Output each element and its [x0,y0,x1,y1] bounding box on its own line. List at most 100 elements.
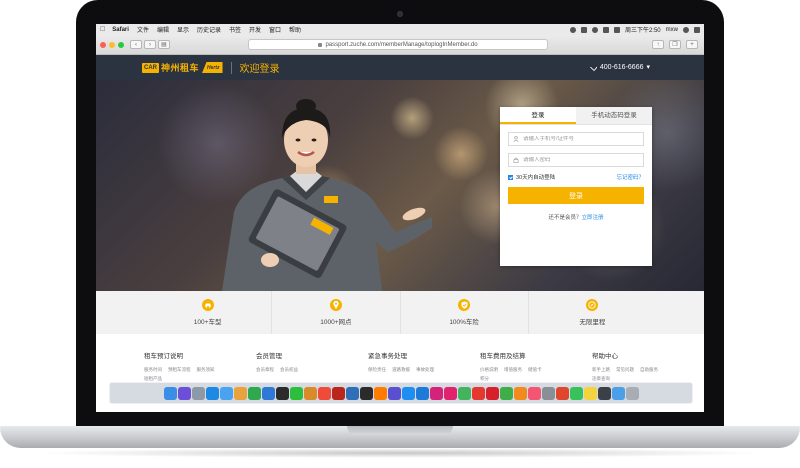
dock-preview-icon[interactable] [303,386,317,400]
dock-sourcetree-icon[interactable] [345,386,359,400]
menu-file[interactable]: 文件 [137,25,149,34]
clock-text[interactable]: 周三下午2:50 [625,25,661,34]
dock-launchpad-icon[interactable] [191,386,205,400]
login-button[interactable]: 登录 [508,187,644,204]
tabs-overview-button[interactable]: ❐ [669,40,681,49]
footer-link[interactable]: 预租车流程 [168,367,191,373]
notification-center-icon[interactable] [694,26,700,33]
footer-link[interactable]: 常见问题 [616,367,634,373]
username-input[interactable] [523,136,643,142]
footer-link[interactable]: 会员权益 [280,367,298,373]
hotline-number: 400-616-6666 [599,63,644,71]
dock-appstore-icon[interactable] [401,386,415,400]
dock-calendar-icon[interactable] [317,386,331,400]
user-name[interactable]: mxw [666,27,678,33]
footer-link[interactable]: 储值卡 [528,367,542,373]
dock-dreamweaver-icon[interactable] [457,386,471,400]
site-logo[interactable]: CAR 神州租车 Hertz [142,61,223,74]
username-field[interactable] [508,132,644,146]
feature-strip: 100+车型 1000+网点 100%车险 无限里程 [96,291,704,334]
password-field[interactable] [508,153,644,167]
dock-chrome-icon[interactable] [555,386,569,400]
dock-mail-icon[interactable] [219,386,233,400]
user-icon [513,136,519,142]
register-prompt: 还不是会员？立即注册 [508,213,644,221]
chevron-down-icon: ▾ [646,64,650,71]
menu-history[interactable]: 历史记录 [197,25,221,34]
footer-link-list: 保险责任 道路救援 事故处理 [368,367,440,373]
battery-icon[interactable] [613,26,620,33]
menu-help[interactable]: 帮助 [289,25,301,34]
hotline[interactable]: 400-616-6666 ▾ [589,62,650,72]
footer-link[interactable]: 自助服务 [640,367,658,373]
dock-terminal-icon[interactable] [359,386,373,400]
dock-folder-icon[interactable] [611,386,625,400]
dock-filezilla-icon[interactable] [331,386,345,400]
dock-wps-icon[interactable] [471,386,485,400]
dock-wechat-icon[interactable] [289,386,303,400]
tab-phone-code-login[interactable]: 手机动态码登录 [576,107,652,124]
footer-link[interactable]: 会员章程 [256,367,274,373]
apple-icon[interactable]:  [100,26,105,33]
dock-messages-icon[interactable] [569,386,583,400]
tab-account-login[interactable]: 登录 [500,107,576,124]
dock-aftereffects-icon[interactable] [387,386,401,400]
dock-settings-icon[interactable] [541,386,555,400]
dock-numbers-icon[interactable] [247,386,261,400]
dock-safari-icon[interactable] [205,386,219,400]
menu-view[interactable]: 显示 [177,25,189,34]
footer-link[interactable]: 道路救援 [392,367,410,373]
footer-link[interactable]: 增值服务 [504,367,522,373]
dock-trash-icon[interactable] [625,386,639,400]
dock-finder-icon[interactable] [163,386,177,400]
address-bar[interactable]: passport.zuche.com/memberManage/toplogIn… [248,39,548,50]
footer-link[interactable]: 保险责任 [368,367,386,373]
browser-toolbar: ‹ › ▤ passport.zuche.com/memberManage/to… [96,35,704,55]
wifi-icon[interactable] [591,26,598,33]
dock-keynote-icon[interactable] [261,386,275,400]
back-button[interactable]: ‹ [130,40,142,49]
forward-button[interactable]: › [144,40,156,49]
dock-qq-icon[interactable] [275,386,289,400]
dock-siri-icon[interactable] [177,386,191,400]
cloud-status-icon[interactable] [580,26,587,33]
footer-link-list: 价格说明 增值服务 储值卡 积分 [480,367,552,382]
footer-link[interactable]: 事故处理 [416,367,434,373]
dock-notes-icon[interactable] [583,386,597,400]
minimize-window-button[interactable] [109,41,115,48]
remember-label[interactable]: 30天内自动登陆 [516,173,555,181]
footer-link[interactable]: 新手上路 [592,367,610,373]
remember-checkbox[interactable] [508,174,513,180]
footer-column-title: 租车费用及结算 [480,353,526,360]
password-input[interactable] [523,157,643,163]
footer-link[interactable]: 服务须知 [197,367,215,373]
sidebar-toggle-button[interactable]: ▤ [158,40,170,49]
dock-ps-file-icon[interactable] [597,386,611,400]
new-tab-button[interactable]: + [686,40,698,49]
share-button[interactable]: ↑ [652,40,664,49]
close-window-button[interactable] [100,41,106,48]
spotlight-icon[interactable] [683,26,689,33]
compass-icon [586,299,599,311]
dock-flash-icon[interactable] [485,386,499,400]
menu-bookmarks[interactable]: 书签 [229,25,241,34]
dock-pages-icon[interactable] [513,386,527,400]
dock-illustrator-icon[interactable] [373,386,387,400]
wechat-status-icon[interactable] [569,26,576,33]
menu-window[interactable]: 窗口 [269,25,281,34]
footer-link[interactable]: 服务时间 [144,367,162,373]
dock-music-icon[interactable] [527,386,541,400]
register-link[interactable]: 立即注册 [582,215,604,221]
menu-app-name[interactable]: Safari [112,27,129,33]
forgot-password-link[interactable]: 忘记密码？ [616,173,644,181]
dock-photoshop-icon[interactable] [415,386,429,400]
menu-develop[interactable]: 开发 [249,25,261,34]
dock-xd-icon[interactable] [429,386,443,400]
dock-maps-icon[interactable] [499,386,513,400]
dock-indesign-icon[interactable] [443,386,457,400]
volume-icon[interactable] [602,26,609,33]
footer-link[interactable]: 价格说明 [480,367,498,373]
zoom-window-button[interactable] [118,41,124,48]
menu-edit[interactable]: 编辑 [157,25,169,34]
dock-photos-icon[interactable] [233,386,247,400]
